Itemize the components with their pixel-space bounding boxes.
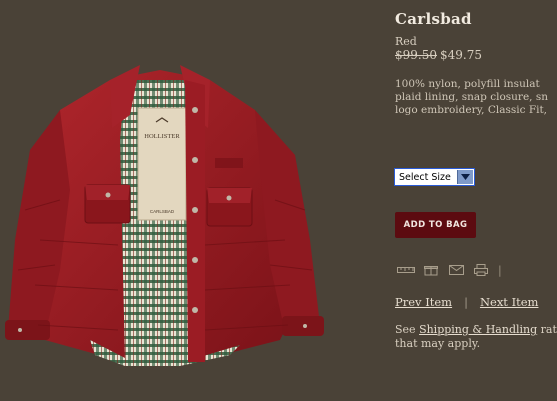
shipping-handling-link[interactable]: Shipping & Handling [419,323,537,336]
prev-item-link[interactable]: Prev Item [395,295,452,309]
nav-separator: | [464,295,468,309]
print-icon[interactable] [471,263,491,277]
sale-price: $49.75 [440,48,482,62]
shipping-suffix: rat [537,323,557,336]
product-color: Red [395,35,417,48]
tools-divider: | [498,263,502,277]
size-select-value: Select Size [399,171,451,183]
description-line: plaid lining, snap closure, sn [395,91,548,103]
ruler-icon[interactable] [396,263,416,277]
gift-icon[interactable] [421,263,441,277]
product-tools: | [396,263,504,277]
email-icon[interactable] [446,263,466,277]
jacket-label-brand: HOLLISTER [144,133,180,140]
shipping-line2: that may apply. [395,337,481,350]
original-price: $99.50 [395,48,437,62]
chevron-down-icon[interactable] [457,170,473,184]
product-price: $99.50 $49.75 [395,48,482,62]
jacket-label-sub: CARLSBAD [150,209,175,214]
product-title: Carlsbad [395,10,472,28]
shipping-prefix: See [395,323,420,336]
next-item-link[interactable]: Next Item [480,295,539,309]
shipping-note: See Shipping & Handling rat that may app… [395,323,557,351]
product-image: HOLLISTER CARLSBAD [5,65,324,366]
product-description: 100% nylon, polyfill insulat plaid linin… [395,78,557,117]
size-select[interactable]: Select Size [394,168,475,186]
description-line: 100% nylon, polyfill insulat [395,78,540,90]
add-to-bag-button[interactable]: ADD TO BAG [395,212,476,238]
description-line: logo embroidery, Classic Fit, [395,104,548,116]
item-navigation: Prev Item | Next Item [395,295,538,309]
